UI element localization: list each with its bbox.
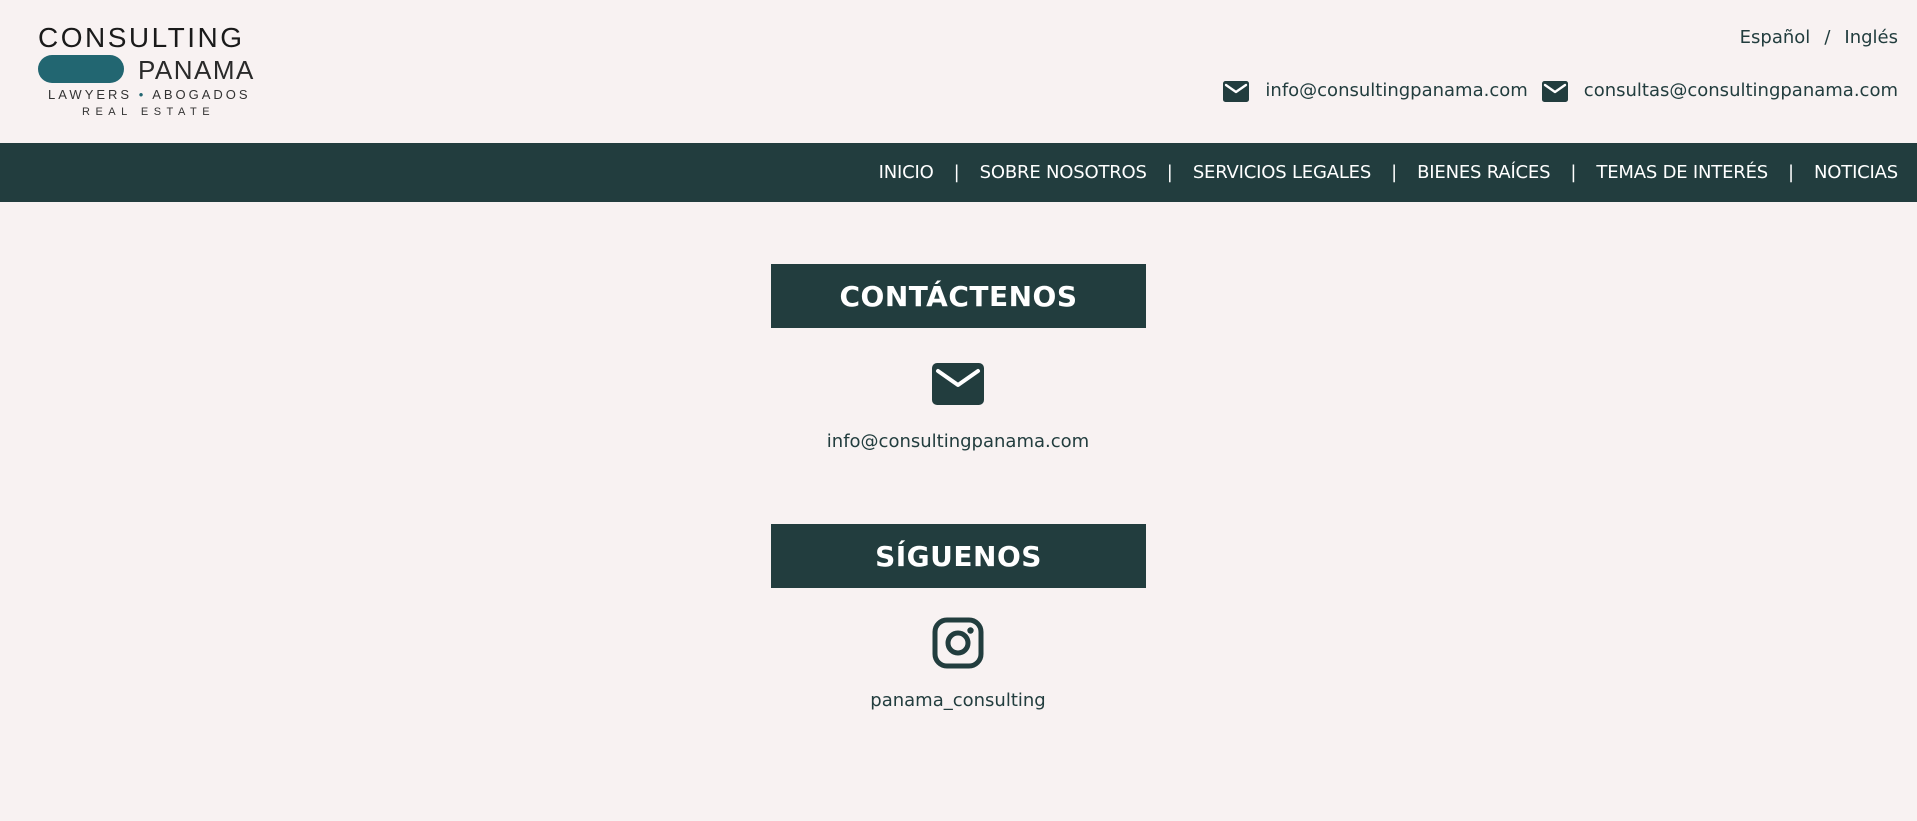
nav-separator: | <box>1570 162 1577 183</box>
logo-panama-text: PANAMA <box>138 55 255 85</box>
instagram-icon[interactable] <box>932 617 984 669</box>
header-email-info-text: info@consultingpanama.com <box>1265 80 1528 101</box>
envelope-icon <box>1541 80 1568 102</box>
logo-tagline: LAWYERS • ABOGADOS <box>48 88 278 102</box>
envelope-icon[interactable] <box>932 358 984 410</box>
language-switcher: Español / Inglés <box>1740 26 1898 50</box>
nav-link-inicio[interactable]: INICIO <box>879 162 934 183</box>
lang-separator: / <box>1824 27 1831 48</box>
header-email-consultas[interactable]: consultas@consultingpanama.com <box>1541 79 1898 103</box>
logo-consulting-text: CONSULTING <box>38 22 245 53</box>
main-nav: INICIO | SOBRE NOSOTROS | SERVICIOS LEGA… <box>0 143 1917 202</box>
instagram-handle-caption: panama_consulting <box>658 689 1258 713</box>
logo-abogados-text: ABOGADOS <box>152 87 251 102</box>
nav-item: SERVICIOS LEGALES | <box>1193 162 1417 183</box>
nav-item: NOTICIAS <box>1814 162 1898 183</box>
lang-spanish-link[interactable]: Español <box>1740 26 1811 50</box>
nav-item: BIENES RAÍCES | <box>1417 162 1596 183</box>
nav-separator: | <box>953 162 960 183</box>
site-logo[interactable]: CONSULTING PANAMA LAWYERS • ABOGADOS REA… <box>38 24 274 122</box>
nav-item: TEMAS DE INTERÉS | <box>1596 162 1814 183</box>
nav-item: SOBRE NOSOTROS | <box>980 162 1193 183</box>
nav-separator: | <box>1166 162 1173 183</box>
logo-pill-shape <box>38 55 124 83</box>
nav-link-sobre-nosotros[interactable]: SOBRE NOSOTROS <box>980 162 1147 183</box>
header-email-info[interactable]: info@consultingpanama.com <box>1223 79 1528 103</box>
nav-separator: | <box>1391 162 1398 183</box>
contact-title: CONTÁCTENOS <box>771 264 1146 328</box>
nav-link-servicios-legales[interactable]: SERVICIOS LEGALES <box>1193 162 1371 183</box>
header-email-consultas-text: consultas@consultingpanama.com <box>1583 80 1898 101</box>
logo-real-estate-text: REAL ESTATE <box>82 106 216 118</box>
nav-link-temas-de-interes[interactable]: TEMAS DE INTERÉS <box>1596 162 1768 183</box>
follow-title: SÍGUENOS <box>771 524 1146 588</box>
lang-english-link[interactable]: Inglés <box>1844 26 1898 50</box>
nav-link-bienes-raices[interactable]: BIENES RAÍCES <box>1417 162 1550 183</box>
logo-lawyers-text: LAWYERS <box>48 87 133 102</box>
nav-link-noticias[interactable]: NOTICIAS <box>1814 162 1898 183</box>
logo-dot: • <box>138 87 147 102</box>
instagram-handle-link[interactable]: panama_consulting <box>870 690 1045 711</box>
nav-item: INICIO | <box>879 162 980 183</box>
nav-list: INICIO | SOBRE NOSOTROS | SERVICIOS LEGA… <box>879 143 1899 202</box>
contact-email-link[interactable]: info@consultingpanama.com <box>827 431 1089 452</box>
nav-separator: | <box>1787 162 1795 183</box>
site-header: CONSULTING PANAMA LAWYERS • ABOGADOS REA… <box>0 0 1917 143</box>
header-emails: info@consultingpanama.com consultas@cons… <box>1209 79 1898 103</box>
contact-email-caption: info@consultingpanama.com <box>658 430 1258 454</box>
envelope-icon <box>1223 80 1250 102</box>
